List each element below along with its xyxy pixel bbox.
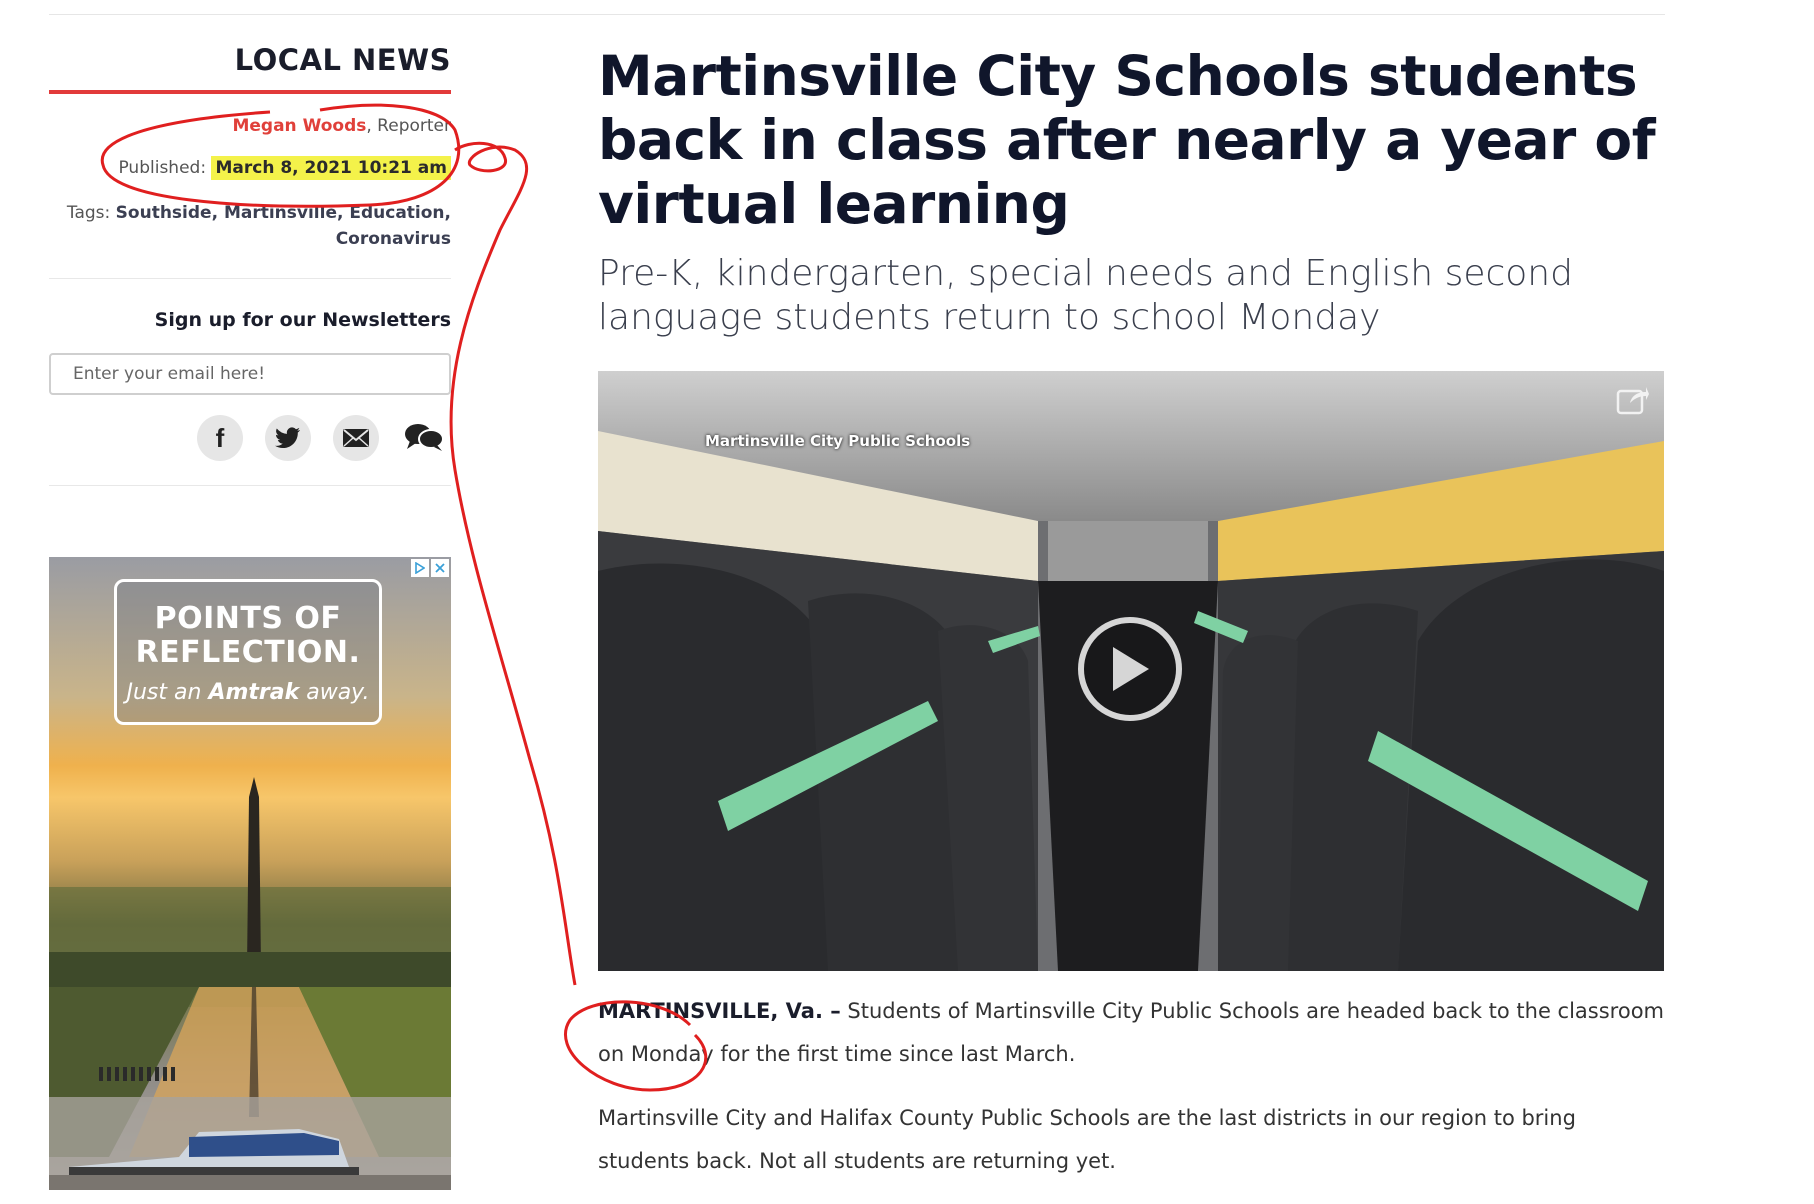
article-body: MARTINSVILLE, Va. – Students of Martinsv… bbox=[598, 990, 1664, 1204]
facebook-share-button[interactable]: f bbox=[197, 415, 243, 461]
tags-line: Tags: Southside, Martinsville, Education… bbox=[49, 200, 451, 252]
sidebar-divider-2 bbox=[49, 485, 451, 486]
author-role: , Reporter bbox=[366, 116, 451, 136]
play-button[interactable] bbox=[1078, 617, 1182, 721]
article-subheadline: Pre-K, kindergarten, special needs and E… bbox=[598, 253, 1573, 338]
email-icon bbox=[343, 429, 369, 447]
ad-choices-icon[interactable] bbox=[411, 559, 429, 577]
section-rule bbox=[49, 90, 451, 94]
sidebar-divider bbox=[49, 278, 451, 279]
amtrak-advertisement[interactable]: POINTS OF REFLECTION. Just an Amtrak awa… bbox=[49, 557, 451, 1190]
ad-message-box: POINTS OF REFLECTION. Just an Amtrak awa… bbox=[114, 579, 382, 725]
tags-label: Tags: bbox=[66, 203, 116, 223]
washington-monument-scene bbox=[49, 777, 451, 1190]
ad-tagline-brand: Amtrak bbox=[208, 680, 300, 705]
ad-close-icon[interactable] bbox=[431, 559, 449, 577]
dateline: MARTINSVILLE, Va. – bbox=[598, 999, 841, 1023]
article-main: Martinsville City Schools students back … bbox=[598, 44, 1664, 340]
email-share-button[interactable] bbox=[333, 415, 379, 461]
social-share-bar: f bbox=[49, 415, 451, 461]
ad-headline: POINTS OF REFLECTION. bbox=[117, 602, 379, 670]
published-date: March 8, 2021 10:21 am bbox=[211, 156, 451, 180]
video-channel-label: Martinsville City Public Schools bbox=[705, 432, 971, 450]
top-divider bbox=[49, 14, 1665, 15]
share-icon bbox=[1616, 387, 1649, 415]
published-line: Published: March 8, 2021 10:21 am bbox=[49, 156, 451, 180]
published-label: Published: bbox=[118, 158, 212, 178]
ad-headline-line1: POINTS OF bbox=[154, 601, 342, 636]
video-share-button[interactable] bbox=[1616, 383, 1650, 419]
article-headline: Martinsville City Schools students back … bbox=[598, 44, 1656, 236]
email-field[interactable] bbox=[49, 353, 451, 395]
comments-button[interactable] bbox=[401, 415, 447, 461]
comments-icon bbox=[405, 424, 444, 451]
ad-headline-line2: REFLECTION. bbox=[135, 635, 361, 670]
section-title[interactable]: LOCAL NEWS bbox=[49, 40, 451, 80]
ad-tagline: Just an Amtrak away. bbox=[117, 680, 379, 705]
twitter-icon bbox=[275, 427, 300, 449]
ad-tagline-pre: Just an bbox=[126, 680, 209, 705]
byline: Megan Woods, Reporter bbox=[49, 116, 451, 136]
facebook-icon: f bbox=[216, 425, 225, 451]
twitter-share-button[interactable] bbox=[265, 415, 311, 461]
ad-tagline-post: away. bbox=[299, 680, 370, 705]
tag-links[interactable]: Southside, Martinsville, Education, Coro… bbox=[116, 203, 451, 249]
video-player[interactable]: Martinsville City Public Schools bbox=[598, 371, 1664, 971]
article-paragraph: MARTINSVILLE, Va. – Students of Martinsv… bbox=[598, 990, 1664, 1076]
newsletter-title: Sign up for our Newsletters bbox=[154, 309, 451, 331]
article-paragraph: Martinsville City and Halifax County Pub… bbox=[598, 1106, 1576, 1173]
svg-text:f: f bbox=[216, 425, 225, 451]
play-icon bbox=[1113, 647, 1149, 691]
author-link[interactable]: Megan Woods bbox=[232, 116, 366, 136]
ad-choices-badge[interactable] bbox=[411, 559, 449, 577]
sidebar: LOCAL NEWS Megan Woods, Reporter Publish… bbox=[49, 40, 451, 486]
